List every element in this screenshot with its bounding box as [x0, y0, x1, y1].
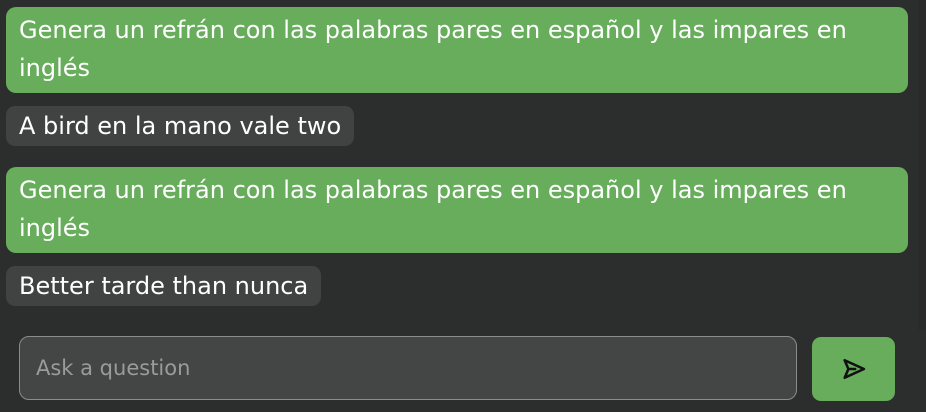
- question-input[interactable]: [19, 336, 797, 400]
- user-message: Genera un refrán con las palabras pares …: [6, 7, 908, 93]
- message-list: Genera un refrán con las palabras pares …: [6, 7, 908, 327]
- send-arrow-icon: [842, 358, 865, 380]
- scrollbar[interactable]: [918, 0, 926, 330]
- user-message: Genera un refrán con las palabras pares …: [6, 167, 908, 253]
- chat-app: Genera un refrán con las palabras pares …: [0, 0, 926, 412]
- assistant-message: Better tarde than nunca: [6, 266, 322, 306]
- composer: [19, 336, 895, 402]
- assistant-message-row: Better tarde than nunca: [6, 266, 908, 306]
- assistant-message-row: A bird en la mano vale two: [6, 106, 908, 146]
- send-button[interactable]: [812, 337, 895, 401]
- assistant-message: A bird en la mano vale two: [6, 106, 355, 146]
